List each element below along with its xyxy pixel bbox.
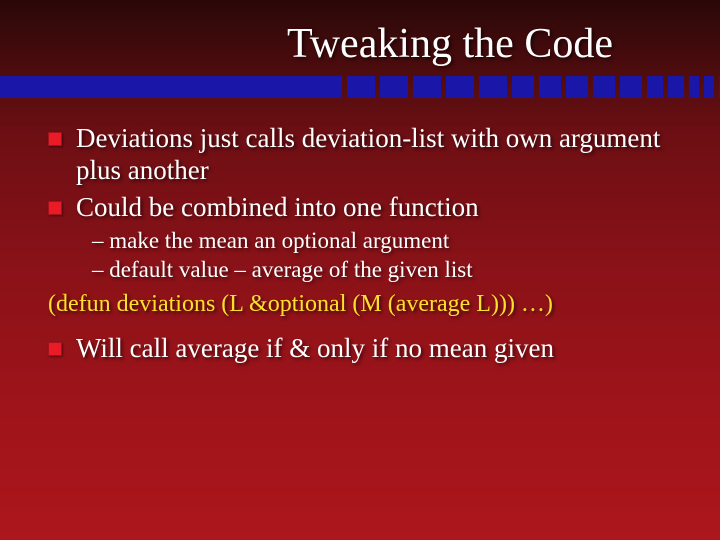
accent-square — [512, 76, 534, 98]
bullet-item: Could be combined into one function — [48, 191, 680, 223]
sub-bullet-text: – make the mean an optional argument — [48, 227, 680, 256]
accent-square — [566, 76, 588, 98]
bullet-text: Could be combined into one function — [76, 191, 479, 223]
accent-bar-left — [0, 76, 342, 98]
bullet-item: Deviations just calls deviation-list wit… — [48, 122, 680, 187]
code-line: (defun deviations (L &optional (M (avera… — [48, 291, 680, 318]
bullet-item: Will call average if & only if no mean g… — [48, 332, 680, 364]
slide: Tweaking the Code Deviations just calls … — [0, 0, 720, 540]
slide-title: Tweaking the Code — [0, 20, 720, 68]
accent-square — [347, 76, 375, 98]
accent-square — [704, 76, 714, 98]
accent-square — [380, 76, 408, 98]
accent-square — [593, 76, 615, 98]
accent-square — [668, 76, 684, 98]
accent-square — [689, 76, 699, 98]
accent-square — [479, 76, 507, 98]
accent-square — [647, 76, 663, 98]
accent-square — [413, 76, 441, 98]
accent-bar-right — [342, 76, 720, 98]
accent-square — [539, 76, 561, 98]
slide-body: Deviations just calls deviation-list wit… — [0, 122, 720, 364]
bullet-marker-icon — [48, 201, 62, 215]
sub-bullet-text: – default value – average of the given l… — [48, 256, 680, 285]
accent-square — [446, 76, 474, 98]
bullet-text: Deviations just calls deviation-list wit… — [76, 122, 680, 187]
accent-square — [620, 76, 642, 98]
bullet-text: Will call average if & only if no mean g… — [76, 332, 554, 364]
bullet-marker-icon — [48, 132, 62, 146]
bullet-marker-icon — [48, 342, 62, 356]
accent-bar — [0, 76, 720, 98]
